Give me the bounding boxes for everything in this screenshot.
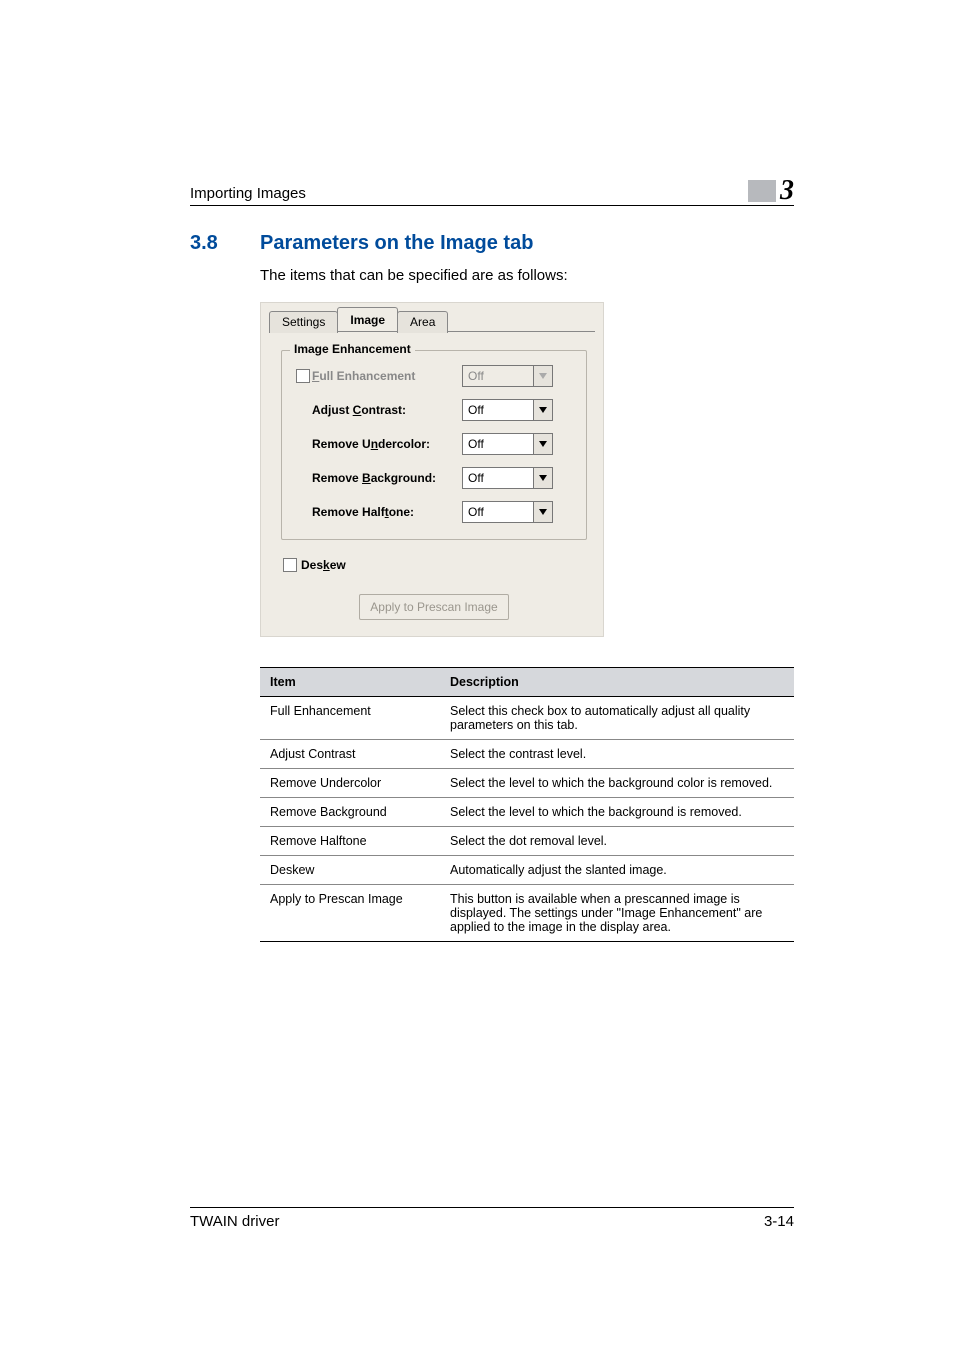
tab-settings[interactable]: Settings [269,311,338,333]
deskew-label: Deskew [301,558,346,572]
footer-right: 3-14 [764,1213,794,1230]
adjust-contrast-value[interactable]: Off [462,399,533,421]
running-header: Importing Images 3 [190,180,794,206]
remove-undercolor-dropdown[interactable] [533,433,553,455]
row-deskew: Deskew [283,558,587,572]
cell-desc: Select the dot removal level. [440,827,794,856]
table-row: Remove UndercolorSelect the level to whi… [260,769,794,798]
full-enhancement-value: Off [462,365,533,387]
remove-undercolor-value[interactable]: Off [462,433,533,455]
cell-item: Adjust Contrast [260,740,440,769]
footer-left: TWAIN driver [190,1213,279,1230]
th-item: Item [260,668,440,697]
adjust-contrast-dropdown[interactable] [533,399,553,421]
tab-row: Settings Image Area [261,303,603,331]
tab-area[interactable]: Area [397,311,448,333]
image-enhancement-group: Image Enhancement Full Enhancement Off A… [281,350,587,540]
tab-image[interactable]: Image [337,307,398,331]
adjust-contrast-label: Adjust Contrast: [312,403,462,417]
apply-to-prescan-button: Apply to Prescan Image [359,594,508,620]
row-adjust-contrast: Adjust Contrast: Off [296,399,572,421]
deskew-checkbox[interactable] [283,558,297,572]
remove-background-label: Remove Background: [312,471,462,485]
remove-halftone-dropdown[interactable] [533,501,553,523]
chapter-bar [748,180,776,202]
remove-halftone-value[interactable]: Off [462,501,533,523]
section-number: 3.8 [190,232,260,255]
table-row: Apply to Prescan ImageThis button is ava… [260,885,794,942]
full-enhancement-dropdown [533,365,553,387]
full-enhancement-label: Full Enhancement [312,369,462,383]
remove-background-value[interactable]: Off [462,467,533,489]
remove-background-dropdown[interactable] [533,467,553,489]
remove-undercolor-label: Remove Undercolor: [312,437,462,451]
section-title: Parameters on the Image tab [260,232,533,255]
runhead-title: Importing Images [190,185,306,202]
table-row: Remove BackgroundSelect the level to whi… [260,798,794,827]
th-desc: Description [440,668,794,697]
remove-halftone-label: Remove Halftone: [312,505,462,519]
cell-item: Apply to Prescan Image [260,885,440,942]
cell-desc: Select the contrast level. [440,740,794,769]
intro-text: The items that can be specified are as f… [260,267,794,284]
parameters-table: Item Description Full EnhancementSelect … [260,667,794,942]
row-remove-halftone: Remove Halftone: Off [296,501,572,523]
cell-desc: Select the level to which the background… [440,798,794,827]
cell-desc: Automatically adjust the slanted image. [440,856,794,885]
full-enhancement-checkbox[interactable] [296,369,310,383]
cell-item: Deskew [260,856,440,885]
cell-desc: Select this check box to automatically a… [440,697,794,740]
chapter-badge: 3 [748,180,794,202]
row-full-enhancement: Full Enhancement Off [296,365,572,387]
cell-desc: This button is available when a prescann… [440,885,794,942]
section-heading: 3.8 Parameters on the Image tab [190,232,794,255]
cell-item: Remove Halftone [260,827,440,856]
row-remove-undercolor: Remove Undercolor: Off [296,433,572,455]
table-row: Remove HalftoneSelect the dot removal le… [260,827,794,856]
page-footer: TWAIN driver 3-14 [190,1207,794,1230]
table-row: Full EnhancementSelect this check box to… [260,697,794,740]
cell-item: Remove Background [260,798,440,827]
group-legend: Image Enhancement [290,342,415,356]
image-tab-panel: Settings Image Area Image Enhancement Fu… [260,302,604,637]
chapter-number: 3 [780,180,794,202]
cell-item: Full Enhancement [260,697,440,740]
table-row: DeskewAutomatically adjust the slanted i… [260,856,794,885]
row-remove-background: Remove Background: Off [296,467,572,489]
table-row: Adjust ContrastSelect the contrast level… [260,740,794,769]
cell-item: Remove Undercolor [260,769,440,798]
cell-desc: Select the level to which the background… [440,769,794,798]
